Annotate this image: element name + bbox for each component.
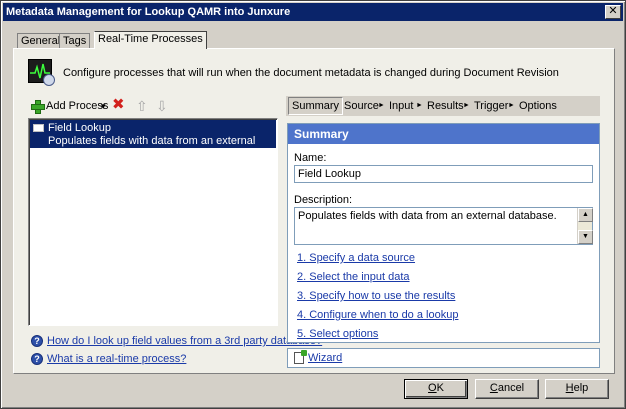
wizard-breadcrumb: Summary Source ► Input ► Results ► Trigg…: [286, 96, 600, 116]
process-title: Field Lookup: [48, 122, 111, 134]
step-link-input-data[interactable]: 2. Select the input data: [297, 271, 410, 283]
help-link-3rd-party[interactable]: How do I look up field values from a 3rd…: [47, 335, 322, 347]
plus-icon: [30, 99, 45, 114]
name-field[interactable]: Field Lookup: [294, 165, 593, 183]
move-down-button[interactable]: ⇩: [156, 97, 168, 115]
cancel-label: ancel: [497, 382, 525, 394]
wizard-icon: [294, 350, 307, 364]
crumb-source[interactable]: Source: [344, 96, 379, 116]
wizard-box: Wizard: [287, 348, 600, 368]
cancel-button[interactable]: Cancel: [475, 379, 539, 399]
step-link-trigger[interactable]: 4. Configure when to do a lookup: [297, 309, 458, 321]
arrow-down-icon: ⇩: [156, 98, 168, 114]
process-icon: [33, 124, 44, 132]
close-icon: ✕: [608, 5, 618, 17]
delete-process-button[interactable]: ✖: [112, 96, 125, 114]
step-link-data-source[interactable]: 1. Specify a data source: [297, 252, 415, 264]
arrow-up-icon: ⇧: [136, 98, 148, 114]
ok-button[interactable]: OK: [404, 379, 468, 399]
metadata-dialog: Metadata Management for Lookup QAMR into…: [0, 0, 626, 409]
ok-accel: O: [428, 382, 437, 394]
tab-label: General: [21, 35, 61, 47]
process-list[interactable]: Field Lookup Populates fields with data …: [28, 118, 278, 326]
close-button[interactable]: ✕: [605, 5, 621, 19]
scroll-down-button[interactable]: ▼: [578, 230, 593, 244]
crumb-input[interactable]: Input: [389, 96, 413, 116]
delete-x-icon: ✖: [112, 96, 125, 113]
help-accel: H: [565, 382, 574, 394]
scroll-up-button[interactable]: ▲: [578, 208, 593, 222]
tab-general[interactable]: General: [17, 33, 65, 49]
arrow-down-icon: ▼: [582, 233, 589, 240]
description-value: Populates fields with data from an exter…: [298, 210, 557, 222]
help-icon: ?: [31, 335, 43, 347]
tab-tags[interactable]: Tags: [59, 33, 91, 49]
wizard-link[interactable]: Wizard: [308, 352, 342, 364]
tab-real-time-processes[interactable]: Real-Time Processes: [94, 31, 207, 49]
arrow-up-icon: ▲: [582, 211, 589, 218]
window-title: Metadata Management for Lookup QAMR into…: [6, 6, 291, 18]
step-link-options[interactable]: 5. Select options: [297, 328, 378, 340]
list-item[interactable]: Field Lookup Populates fields with data …: [30, 120, 276, 159]
help-icon: ?: [31, 353, 43, 365]
clock-icon: [43, 74, 55, 86]
move-up-button[interactable]: ⇧: [136, 97, 148, 115]
tab-label: Tags: [63, 35, 87, 47]
ok-label: K: [436, 382, 444, 394]
description-field[interactable]: Populates fields with data from an exter…: [294, 207, 593, 245]
summary-panel: Summary Name: Field Lookup Description: …: [287, 123, 600, 343]
help-button[interactable]: Help: [545, 379, 609, 399]
process-description: Populates fields with data from an exter…: [48, 135, 256, 159]
intro-text: Configure processes that will run when t…: [63, 67, 559, 79]
step-link-results[interactable]: 3. Specify how to use the results: [297, 290, 455, 302]
tab-label: Real-Time Processes: [98, 33, 203, 45]
chevron-down-icon: ▾: [101, 101, 106, 111]
add-process-button[interactable]: Add Process ▾: [28, 97, 110, 115]
chevron-right-icon: ►: [463, 102, 470, 109]
chevron-right-icon: ►: [508, 102, 515, 109]
help-link-real-time-process[interactable]: What is a real-time process?: [47, 353, 186, 365]
help-label: elp: [573, 382, 589, 394]
summary-heading: Summary: [288, 124, 599, 144]
crumb-options[interactable]: Options: [519, 96, 557, 116]
name-value: Field Lookup: [298, 168, 361, 180]
chevron-right-icon: ►: [378, 102, 385, 109]
description-scrollbar[interactable]: ▲ ▼: [577, 208, 593, 244]
process-toolbar: Add Process ▾ ✖ ⇧ ⇩: [28, 96, 278, 115]
crumb-trigger[interactable]: Trigger: [474, 96, 508, 116]
name-label: Name:: [294, 152, 327, 164]
crumb-summary[interactable]: Summary: [288, 97, 344, 115]
cancel-accel: C: [489, 382, 498, 394]
chevron-right-icon: ►: [416, 102, 423, 109]
title-bar: Metadata Management for Lookup QAMR into…: [3, 3, 623, 21]
crumb-results[interactable]: Results: [427, 96, 464, 116]
description-label: Description:: [294, 194, 353, 206]
add-process-label: Add Process: [46, 100, 109, 112]
heartbeat-clock-icon: [28, 59, 55, 86]
